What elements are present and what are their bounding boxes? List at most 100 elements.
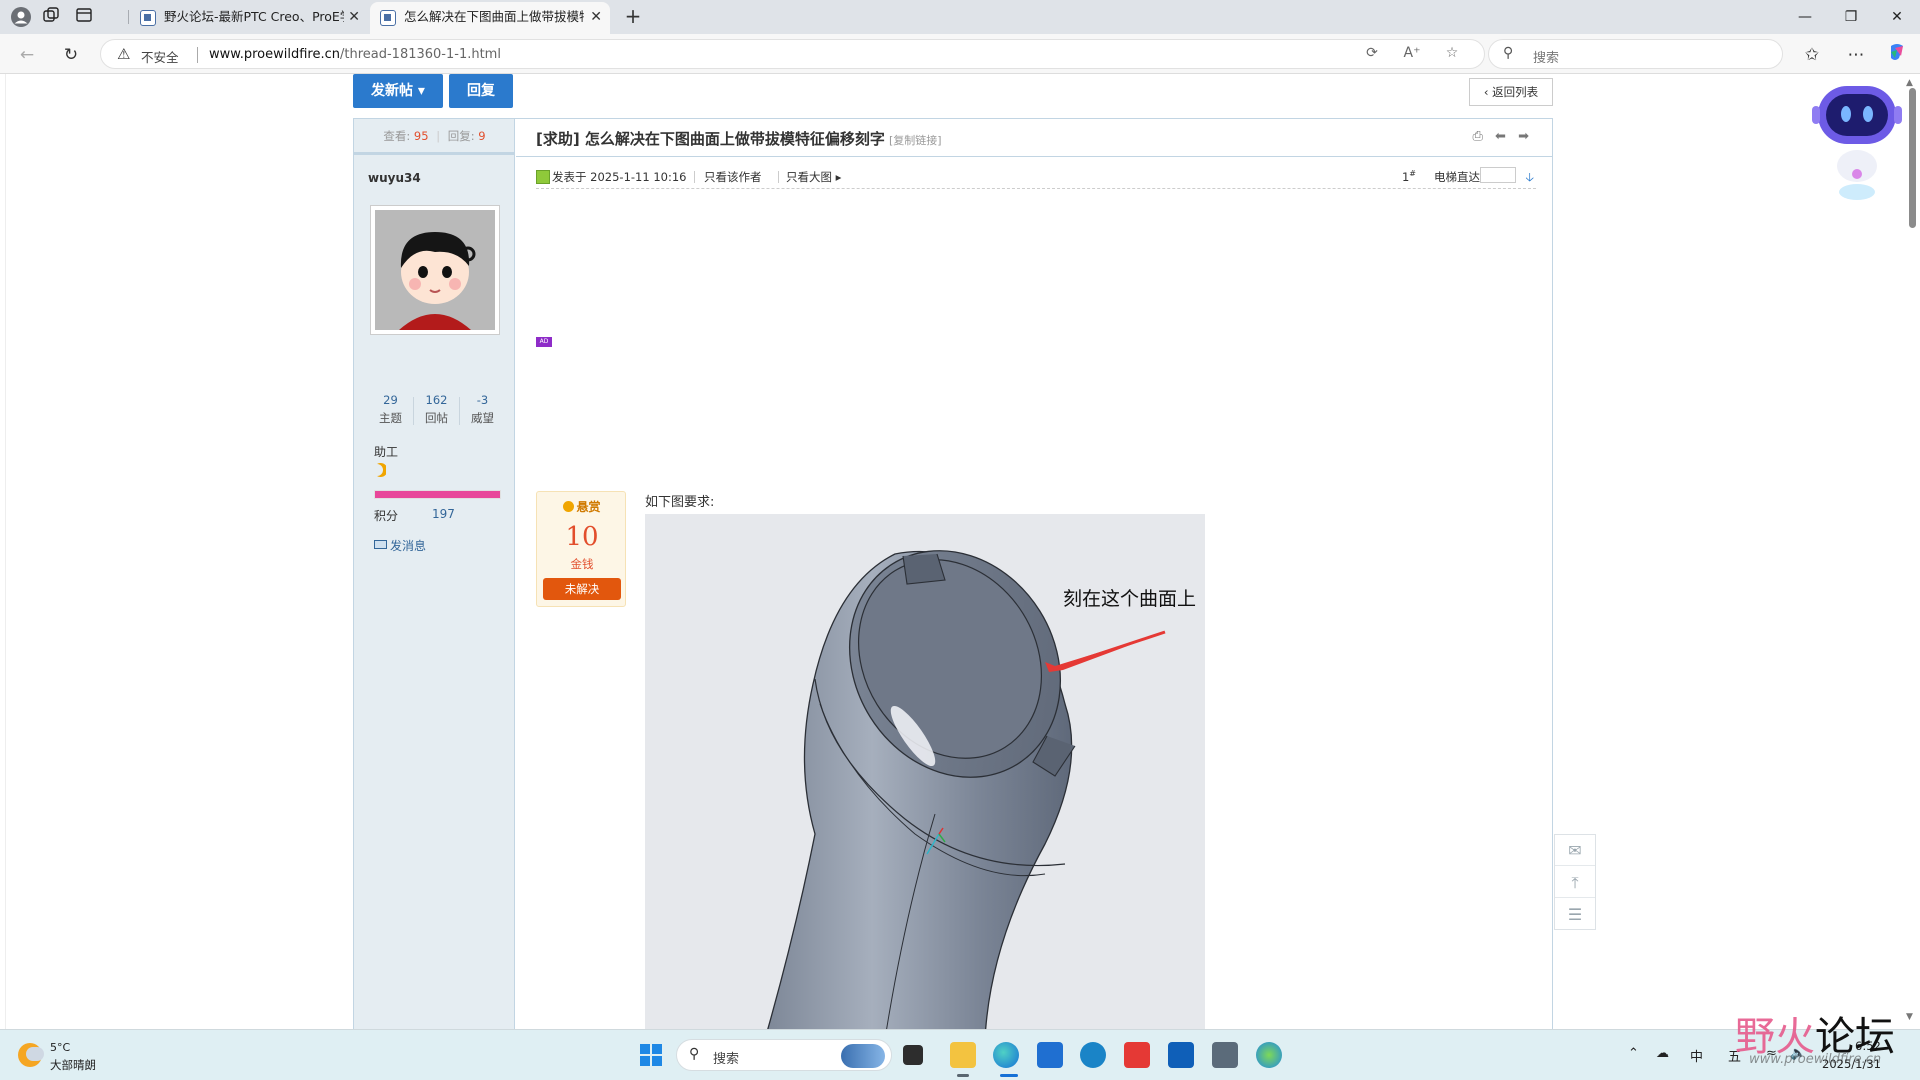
robot-mascot-icon[interactable] [1812,74,1902,204]
ad-badge[interactable]: AD [536,337,552,347]
scroll-up-icon[interactable]: ▲ [1906,78,1913,88]
new-tab-button[interactable]: + [620,4,646,30]
count-label: 主题 [379,411,402,425]
wps-icon[interactable] [1124,1042,1150,1068]
read-aloud-icon[interactable]: A⁺ [1401,45,1423,61]
reward-box: 悬赏 10 金钱 未解决 [536,491,626,607]
tab-current-thread[interactable]: 怎么解决在下图曲面上做带拔模特 ✕ [370,2,610,34]
big-image-link[interactable]: 只看大图 ▸ [786,169,841,185]
meta-separator [778,171,779,183]
navigation-bar: ← ↻ ⚠ 不安全 www.proewildfire.cn/thread-181… [0,34,1920,74]
only-author-link[interactable]: 只看该作者 [704,169,762,185]
replies-label: 回复: [447,129,475,143]
coin-icon [563,501,575,512]
weather-icon[interactable] [18,1043,44,1067]
tab-forum-home[interactable]: 野火论坛-最新PTC Creo、ProE学 ✕ [130,2,368,34]
workspaces-icon[interactable] [40,6,62,28]
level-progress-fill [375,491,500,498]
post-meta: 发表于 2025-1-11 10:16 只看该作者 只看大图 ▸ 1# 电梯直达… [536,167,1536,189]
author-replies[interactable]: 162 回帖 [414,393,459,426]
back-arrow-icon[interactable]: ← [14,42,40,68]
author-topics[interactable]: 29 主题 [368,393,413,426]
goto-floor-input[interactable] [1480,167,1516,183]
weather-temperature[interactable]: 5°C [50,1041,70,1054]
profile-icon[interactable] [10,6,32,28]
score-value[interactable]: 197 [432,507,455,521]
security-label[interactable]: 不安全 [141,47,179,66]
address-bar[interactable]: ⚠ 不安全 www.proewildfire.cn/thread-181360-… [100,39,1485,69]
favorite-star-icon[interactable]: ☆ [1441,45,1463,61]
minimize-button[interactable]: — [1782,0,1828,34]
author-name[interactable]: wuyu34 [368,171,421,185]
more-menu-icon[interactable]: ⋯ [1843,42,1869,68]
author-prestige[interactable]: -3 威望 [460,393,505,426]
list-icon[interactable]: ☰ [1555,899,1595,930]
quick-reply-icon[interactable]: ✉ [1555,835,1595,866]
reply-button[interactable]: 回复 [449,74,513,108]
new-post-button[interactable]: 发新帖 ▾ [353,74,443,108]
search-icon: ⚲ [689,1046,700,1062]
watermark-url: www.proewildfire.cn [1749,1052,1882,1067]
post-image[interactable]: 刻在这个曲面上 [645,514,1205,1029]
level-progress-bar [374,490,501,499]
vertical-tabs-icon[interactable] [73,6,95,28]
task-view-icon[interactable] [903,1045,923,1065]
browser-search-box[interactable]: ⚲ 搜索 [1488,39,1783,69]
start-button[interactable] [640,1044,662,1066]
goto-arrow-icon[interactable]: 🡣 [1525,168,1534,189]
post-main: [求助] 怎么解决在下图曲面上做带拔模特征偏移刻字 [复制链接] ⎙ ⬅ ➡ 发表… [516,119,1553,1029]
calculator-icon[interactable] [1212,1042,1238,1068]
copilot-icon[interactable] [1884,42,1910,68]
post-time: 发表于 2025-1-11 10:16 [536,169,686,185]
author-counts: 29 主题 162 回帖 -3 威望 [368,393,504,429]
refresh-icon[interactable]: ↻ [58,42,84,68]
taskbar-search[interactable]: ⚲ 搜索 [676,1039,892,1071]
mathcad-icon[interactable] [1037,1042,1063,1068]
print-icon[interactable]: ⎙ [1473,129,1483,144]
favorites-icon[interactable]: ✩ [1799,42,1825,68]
tray-overflow-icon[interactable]: ⌃ [1628,1046,1639,1061]
prev-thread-icon[interactable]: ⬅ [1495,129,1506,144]
restore-button[interactable]: ❐ [1828,0,1874,34]
url-host: www.proewildfire.cn [209,47,340,62]
close-window-button[interactable]: ✕ [1874,0,1920,34]
weather-description[interactable]: 大部晴朗 [50,1057,96,1073]
tab-close-icon[interactable]: ✕ [348,2,360,32]
next-thread-icon[interactable]: ➡ [1518,129,1529,144]
tab-title: 怎么解决在下图曲面上做带拔模特 [404,9,584,24]
back-to-list-button[interactable]: ‹ 返回列表 [1469,78,1553,106]
avatar-image [375,210,495,330]
send-message-label: 发消息 [390,539,427,553]
reward-label: 悬赏 [537,498,627,515]
help-icon[interactable] [1080,1042,1106,1068]
page-scrollbar[interactable]: ▲ ▼ [1904,74,1920,1029]
avatar[interactable] [370,205,500,335]
scrollbar-thumb[interactable] [1909,88,1916,228]
page-title: [求助] 怎么解决在下图曲面上做带拔模特征偏移刻字 [复制链接] [536,128,942,149]
back-to-top-icon[interactable]: ⤒ [1555,867,1595,898]
tab-close-icon[interactable]: ✕ [590,2,602,32]
search-icon: ⚲ [1503,45,1514,61]
outlook-icon[interactable] [1168,1042,1194,1068]
meta-separator [694,171,695,183]
goto-floor-label: 电梯直达 [1434,170,1480,184]
post-container: 查看: 95 | 回复: 9 wuyu34 29 主题 162 回帖 -3 威望… [353,118,1553,1029]
big-image-label: 只看大图 [786,170,832,184]
caret-down-icon: ▾ [417,83,425,99]
floor-number[interactable]: 1# [1402,169,1416,184]
edge-browser-icon[interactable] [993,1042,1019,1068]
search-highlight-icon [841,1044,885,1068]
app-active-indicator [1000,1074,1018,1077]
onedrive-icon[interactable]: ☁ [1656,1046,1669,1061]
reward-status-badge[interactable]: 未解决 [543,578,621,600]
file-explorer-icon[interactable] [950,1042,976,1068]
url-text[interactable]: www.proewildfire.cn/thread-181360-1-1.ht… [209,47,501,62]
ime-indicator[interactable]: 中 [1690,1046,1703,1065]
translate-icon[interactable]: ⟳ [1361,45,1383,61]
send-message-link[interactable]: 发消息 [374,537,426,554]
warning-icon[interactable]: ⚠ [117,45,130,63]
views-count: 95 [413,129,429,143]
page-edge [0,74,6,1029]
network-app-icon[interactable] [1256,1042,1282,1068]
copy-link[interactable]: [复制链接] [889,134,942,147]
